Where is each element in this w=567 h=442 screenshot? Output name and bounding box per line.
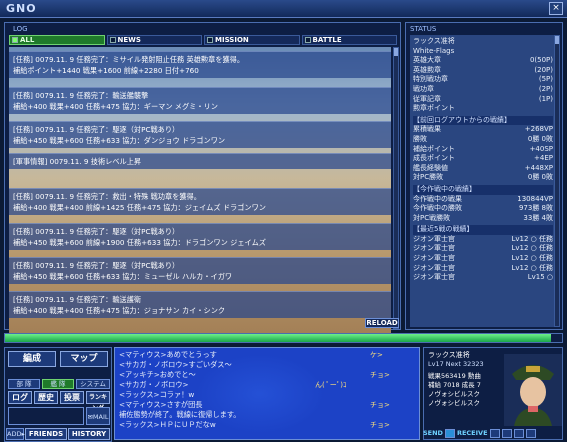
avatar bbox=[504, 354, 562, 426]
chat-side-text: チョ> bbox=[370, 371, 390, 379]
title-bar: GNO × bbox=[0, 0, 567, 18]
receive-button[interactable]: RECEIVE bbox=[457, 429, 488, 437]
left-menu: 編成 マップ 部 隊 艦 隊 システム ログ 歴史 投票 ランキング ✉MAIL… bbox=[4, 347, 112, 442]
chat-message: <ラックス>コラァ！w bbox=[119, 390, 195, 399]
stat-row: 今作戦中の勝敗 973勝 8敗 bbox=[413, 204, 553, 213]
medal-row: 英雄大章 0(50P) bbox=[413, 56, 553, 65]
log-panel: LOG ALL NEWS MISSION BATTLE [任務] 0079.11… bbox=[4, 22, 401, 339]
map-button[interactable]: マップ bbox=[60, 351, 108, 367]
unit-name: White-Flags bbox=[413, 46, 455, 55]
app-title: GNO bbox=[6, 2, 37, 15]
stat-row: ジオン軍士官 Lv12 ○ 任務 bbox=[413, 263, 553, 272]
friends-button[interactable]: FRIENDS bbox=[25, 428, 67, 440]
tab-news[interactable]: NEWS bbox=[106, 35, 202, 45]
chat-message: <アッキチ>おめでと〜 bbox=[119, 370, 196, 379]
chat-side-text: チョ> bbox=[370, 401, 390, 409]
player-stats: 戦果563419 勲曲 補給 7018 成長 7 ノヴォシビルスク ノヴォシビル… bbox=[428, 372, 481, 407]
chat-message: 補佐態勢が終了。戦線に復帰します。 bbox=[119, 410, 241, 419]
checkbox-icon bbox=[207, 37, 213, 43]
tab-mission[interactable]: MISSION bbox=[204, 35, 300, 45]
stat-row: 累積戦果 +268VP bbox=[413, 125, 553, 134]
stat-row: ジオン軍士官 Lv15 ○ bbox=[413, 273, 553, 282]
log-entry: [任務] 0079.11. 9 任務完了：ミサイル発射阻止任務 英雄勲章を獲得。… bbox=[9, 51, 391, 78]
log-button[interactable]: ログ bbox=[8, 391, 32, 404]
blank-panel bbox=[8, 407, 84, 425]
player-level: Lv17 Next 32323 bbox=[428, 360, 484, 368]
chat-message: <サカガ・ノボロウ> bbox=[119, 380, 189, 389]
log-entry: [任務] 0079.11. 9 任務完了：駆逐（対PC戦あり） 補給+450 戦果… bbox=[9, 121, 391, 148]
close-button[interactable]: × bbox=[549, 2, 563, 15]
scroll-thumb[interactable] bbox=[555, 36, 559, 44]
stat-row: 対PC戦勝敗 33勝 4敗 bbox=[413, 213, 553, 222]
mail-button[interactable]: ✉MAIL bbox=[86, 407, 110, 425]
add-button[interactable]: ADD▸ bbox=[6, 428, 25, 440]
chat-side-text: ケ> bbox=[370, 351, 383, 359]
buka-button[interactable]: 部 隊 bbox=[8, 379, 40, 389]
log-list: [任務] 0079.11. 9 任務完了：ミサイル発射阻止任務 英雄勲章を獲得。… bbox=[9, 47, 391, 339]
ranking-button[interactable]: ランキング bbox=[86, 391, 110, 412]
log-entry: [任務] 0079.11. 9 任務完了：駆逐（対PC戦あり） 補給+450 戦果… bbox=[9, 257, 391, 284]
stat-row: 補給ポイント +40SP bbox=[413, 144, 553, 153]
vote-button[interactable]: 投票 bbox=[60, 391, 84, 404]
checkbox-icon bbox=[304, 37, 311, 43]
checkbox-icon bbox=[109, 37, 116, 43]
tool-icon[interactable] bbox=[525, 428, 536, 438]
chat-message: <マティウス>さすが団長 bbox=[119, 400, 203, 409]
section-header: 【前回ログアウトからの戦績】 bbox=[413, 115, 553, 126]
log-tabs: ALL NEWS MISSION BATTLE bbox=[9, 35, 397, 45]
hensei-button[interactable]: 編成 bbox=[8, 351, 56, 367]
log-entry: [任務] 0079.11. 9 任務完了：駆逐（対PC戦あり） 補給+450 戦果… bbox=[9, 223, 391, 250]
medal-row: 従軍記章 (1P) bbox=[413, 94, 553, 103]
checkbox-icon bbox=[12, 37, 18, 43]
scroll-thumb[interactable] bbox=[394, 48, 398, 56]
chat-side-text: ん( ﾟーﾟ)ｺ bbox=[315, 381, 347, 389]
reload-button[interactable]: RELOAD bbox=[365, 318, 399, 328]
status-panel: STATUS ラックス准将 White-Flags 英雄大章 0(50P) 英雄勲… bbox=[405, 22, 563, 330]
send-button[interactable]: SEND bbox=[423, 429, 443, 437]
log-label: LOG bbox=[13, 25, 28, 33]
section-header: 【今作戦中の戦績】 bbox=[413, 184, 553, 195]
hp-bar-fill bbox=[5, 334, 551, 342]
tab-all[interactable]: ALL bbox=[9, 35, 105, 45]
system-button[interactable]: システム bbox=[76, 379, 110, 389]
player-name: ラックス准将 bbox=[413, 37, 455, 45]
stat-row: 勝敗 0勝 0敗 bbox=[413, 134, 553, 143]
medal-row: 勲章ポイント bbox=[413, 104, 455, 113]
history-button[interactable]: HISTORY bbox=[68, 428, 110, 440]
hp-bar bbox=[4, 333, 563, 343]
tool-icon[interactable] bbox=[489, 428, 500, 438]
medal-row: 戦功章 (2P) bbox=[413, 84, 553, 93]
medal-row: 特別戦功章 (5P) bbox=[413, 75, 553, 84]
log-entry: [任務] 0079.11. 9 任務完了：輸送艦襲撃 補給+400 戦果+400 … bbox=[9, 87, 391, 114]
stat-row: 成長ポイント +4EP bbox=[413, 154, 553, 163]
log-entry: [任務] 0079.11. 9 任務完了：救出・特殊 戦功章を獲得。 補給+400… bbox=[9, 188, 391, 215]
stat-row: 今作戦中の戦果 130844VP bbox=[413, 194, 553, 203]
log-scrollbar[interactable] bbox=[393, 47, 399, 329]
log-entry: [任務] 0079.11. 9 任務完了：輸送護衛 補給+400 戦果+400 任… bbox=[9, 291, 391, 318]
tool-icon[interactable] bbox=[501, 428, 512, 438]
history-jp-button[interactable]: 歴史 bbox=[34, 391, 58, 404]
log-entry: [軍事情報] 0079.11. 9 技術レベル上昇 bbox=[9, 153, 391, 169]
chat-message: <ラックス>ＨＰにＵＰだなw bbox=[119, 420, 216, 429]
stat-row: ジオン軍士官 Lv12 ○ 任務 bbox=[413, 244, 553, 253]
chat-side-text: チョ> bbox=[370, 421, 390, 429]
chat-panel: <マティウス>あめでとうっす <サカガ・ノボロウ>すごいダス〜 <アッキチ>おめ… bbox=[114, 347, 420, 440]
status-scrollbar[interactable] bbox=[554, 35, 560, 327]
medal-row: 英雄勲章 (20P) bbox=[413, 65, 553, 74]
section-header: 【最近5戦の戦績】 bbox=[413, 225, 553, 235]
tab-battle[interactable]: BATTLE bbox=[301, 35, 397, 45]
stat-row: ジオン軍士官 Lv12 ○ 任務 bbox=[413, 254, 553, 263]
status-body: ラックス准将 White-Flags 英雄大章 0(50P) 英雄勲章 (20P) … bbox=[410, 35, 556, 327]
stat-row: 対PC勝敗 0勝 0敗 bbox=[413, 173, 553, 182]
send-bar: SEND RECEIVE bbox=[423, 427, 563, 439]
status-label: STATUS bbox=[410, 25, 437, 33]
kantai-button[interactable]: 艦 隊 bbox=[42, 379, 74, 389]
stat-row: 艦長経験値 +448XP bbox=[413, 163, 553, 172]
chat-message: <マティウス>あめでとうっす bbox=[119, 350, 217, 359]
send-status-icon bbox=[444, 428, 455, 438]
player-name: ラックス准将 bbox=[428, 351, 470, 359]
chat-message: <サカガ・ノボロウ>すごいダス〜 bbox=[119, 360, 232, 369]
tool-icon[interactable] bbox=[513, 428, 524, 438]
